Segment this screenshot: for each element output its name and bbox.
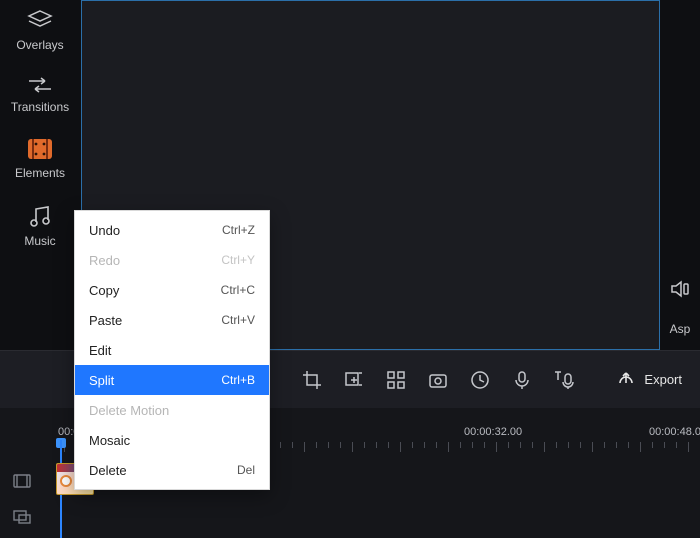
context-menu-item-label: Copy: [89, 283, 119, 298]
speaker-button[interactable]: [669, 280, 691, 298]
context-menu-item-label: Redo: [89, 253, 120, 268]
camera-button[interactable]: [426, 368, 450, 392]
speaker-icon: [669, 280, 691, 298]
overlays-icon: [26, 10, 54, 32]
video-track-icon: [12, 473, 32, 489]
camera-icon: [428, 371, 448, 389]
context-menu-item-shortcut: Ctrl+Z: [222, 223, 255, 237]
context-menu-item-label: Paste: [89, 313, 122, 328]
context-menu-item-undo[interactable]: Undo Ctrl+Z: [75, 215, 269, 245]
left-sidebar: Overlays Transitions Elements Music: [0, 0, 80, 350]
mic-icon: [513, 370, 531, 390]
context-menu: Undo Ctrl+Z Redo Ctrl+Y Copy Ctrl+C Paste Ctrl+…: [74, 210, 270, 490]
export-icon: [616, 371, 636, 389]
sidebar-item-label: Overlays: [16, 38, 63, 52]
sidebar-item-label: Elements: [15, 166, 65, 180]
toolbar-group: [300, 368, 576, 392]
tts-button[interactable]: [552, 368, 576, 392]
context-menu-item-label: Undo: [89, 223, 120, 238]
sidebar-item-label: Music: [24, 234, 55, 248]
crop-icon: [302, 370, 322, 390]
context-menu-item-shortcut: Ctrl+Y: [221, 253, 255, 267]
export-button[interactable]: Export: [616, 371, 682, 389]
plus-frame-icon: [344, 370, 364, 390]
context-menu-item-delete-motion: Delete Motion: [75, 395, 269, 425]
mic-button[interactable]: [510, 368, 534, 392]
context-menu-item-label: Edit: [89, 343, 111, 358]
context-menu-item-label: Mosaic: [89, 433, 130, 448]
grid-button[interactable]: [384, 368, 408, 392]
grid-icon: [386, 370, 406, 390]
clock-button[interactable]: [468, 368, 492, 392]
context-menu-item-mosaic[interactable]: Mosaic: [75, 425, 269, 455]
overlay-track-header[interactable]: [0, 499, 44, 535]
sidebar-item-overlays[interactable]: Overlays: [0, 0, 80, 66]
sidebar-item-label: Transitions: [11, 100, 69, 114]
context-menu-item-shortcut: Del: [237, 463, 255, 477]
transitions-icon: [25, 76, 55, 94]
export-label: Export: [644, 372, 682, 387]
music-icon: [27, 204, 53, 228]
timeline-time-label: 00:00:48.00: [649, 426, 700, 438]
sidebar-item-transitions[interactable]: Transitions: [0, 66, 80, 128]
context-menu-item-split[interactable]: Split Ctrl+B: [75, 365, 269, 395]
clip-thumb-icon: [60, 475, 72, 487]
clock-icon: [470, 370, 490, 390]
context-menu-item-shortcut: Ctrl+B: [221, 373, 255, 387]
context-menu-item-delete[interactable]: Delete Del: [75, 455, 269, 485]
video-track-header[interactable]: [0, 463, 44, 499]
aspect-label: Asp: [670, 322, 691, 336]
context-menu-item-label: Delete Motion: [89, 403, 169, 418]
context-menu-item-shortcut: Ctrl+C: [221, 283, 255, 297]
sidebar-item-elements[interactable]: Elements: [0, 128, 80, 194]
context-menu-item-label: Split: [89, 373, 114, 388]
context-menu-item-label: Delete: [89, 463, 127, 478]
tts-icon: [553, 370, 575, 390]
track-headers: [0, 463, 44, 535]
crop-button[interactable]: [300, 368, 324, 392]
context-menu-item-shortcut: Ctrl+V: [221, 313, 255, 327]
context-menu-item-redo: Redo Ctrl+Y: [75, 245, 269, 275]
aspect-button[interactable]: Asp: [670, 318, 691, 336]
overlay-track-icon: [12, 509, 32, 525]
context-menu-item-paste[interactable]: Paste Ctrl+V: [75, 305, 269, 335]
context-menu-item-edit[interactable]: Edit: [75, 335, 269, 365]
right-sidebar: Asp: [660, 0, 700, 350]
timeline-time-label: 00:00:32.00: [464, 426, 522, 438]
sidebar-item-music[interactable]: Music: [0, 194, 80, 262]
add-marker-button[interactable]: [342, 368, 366, 392]
elements-icon: [27, 138, 53, 160]
context-menu-item-copy[interactable]: Copy Ctrl+C: [75, 275, 269, 305]
